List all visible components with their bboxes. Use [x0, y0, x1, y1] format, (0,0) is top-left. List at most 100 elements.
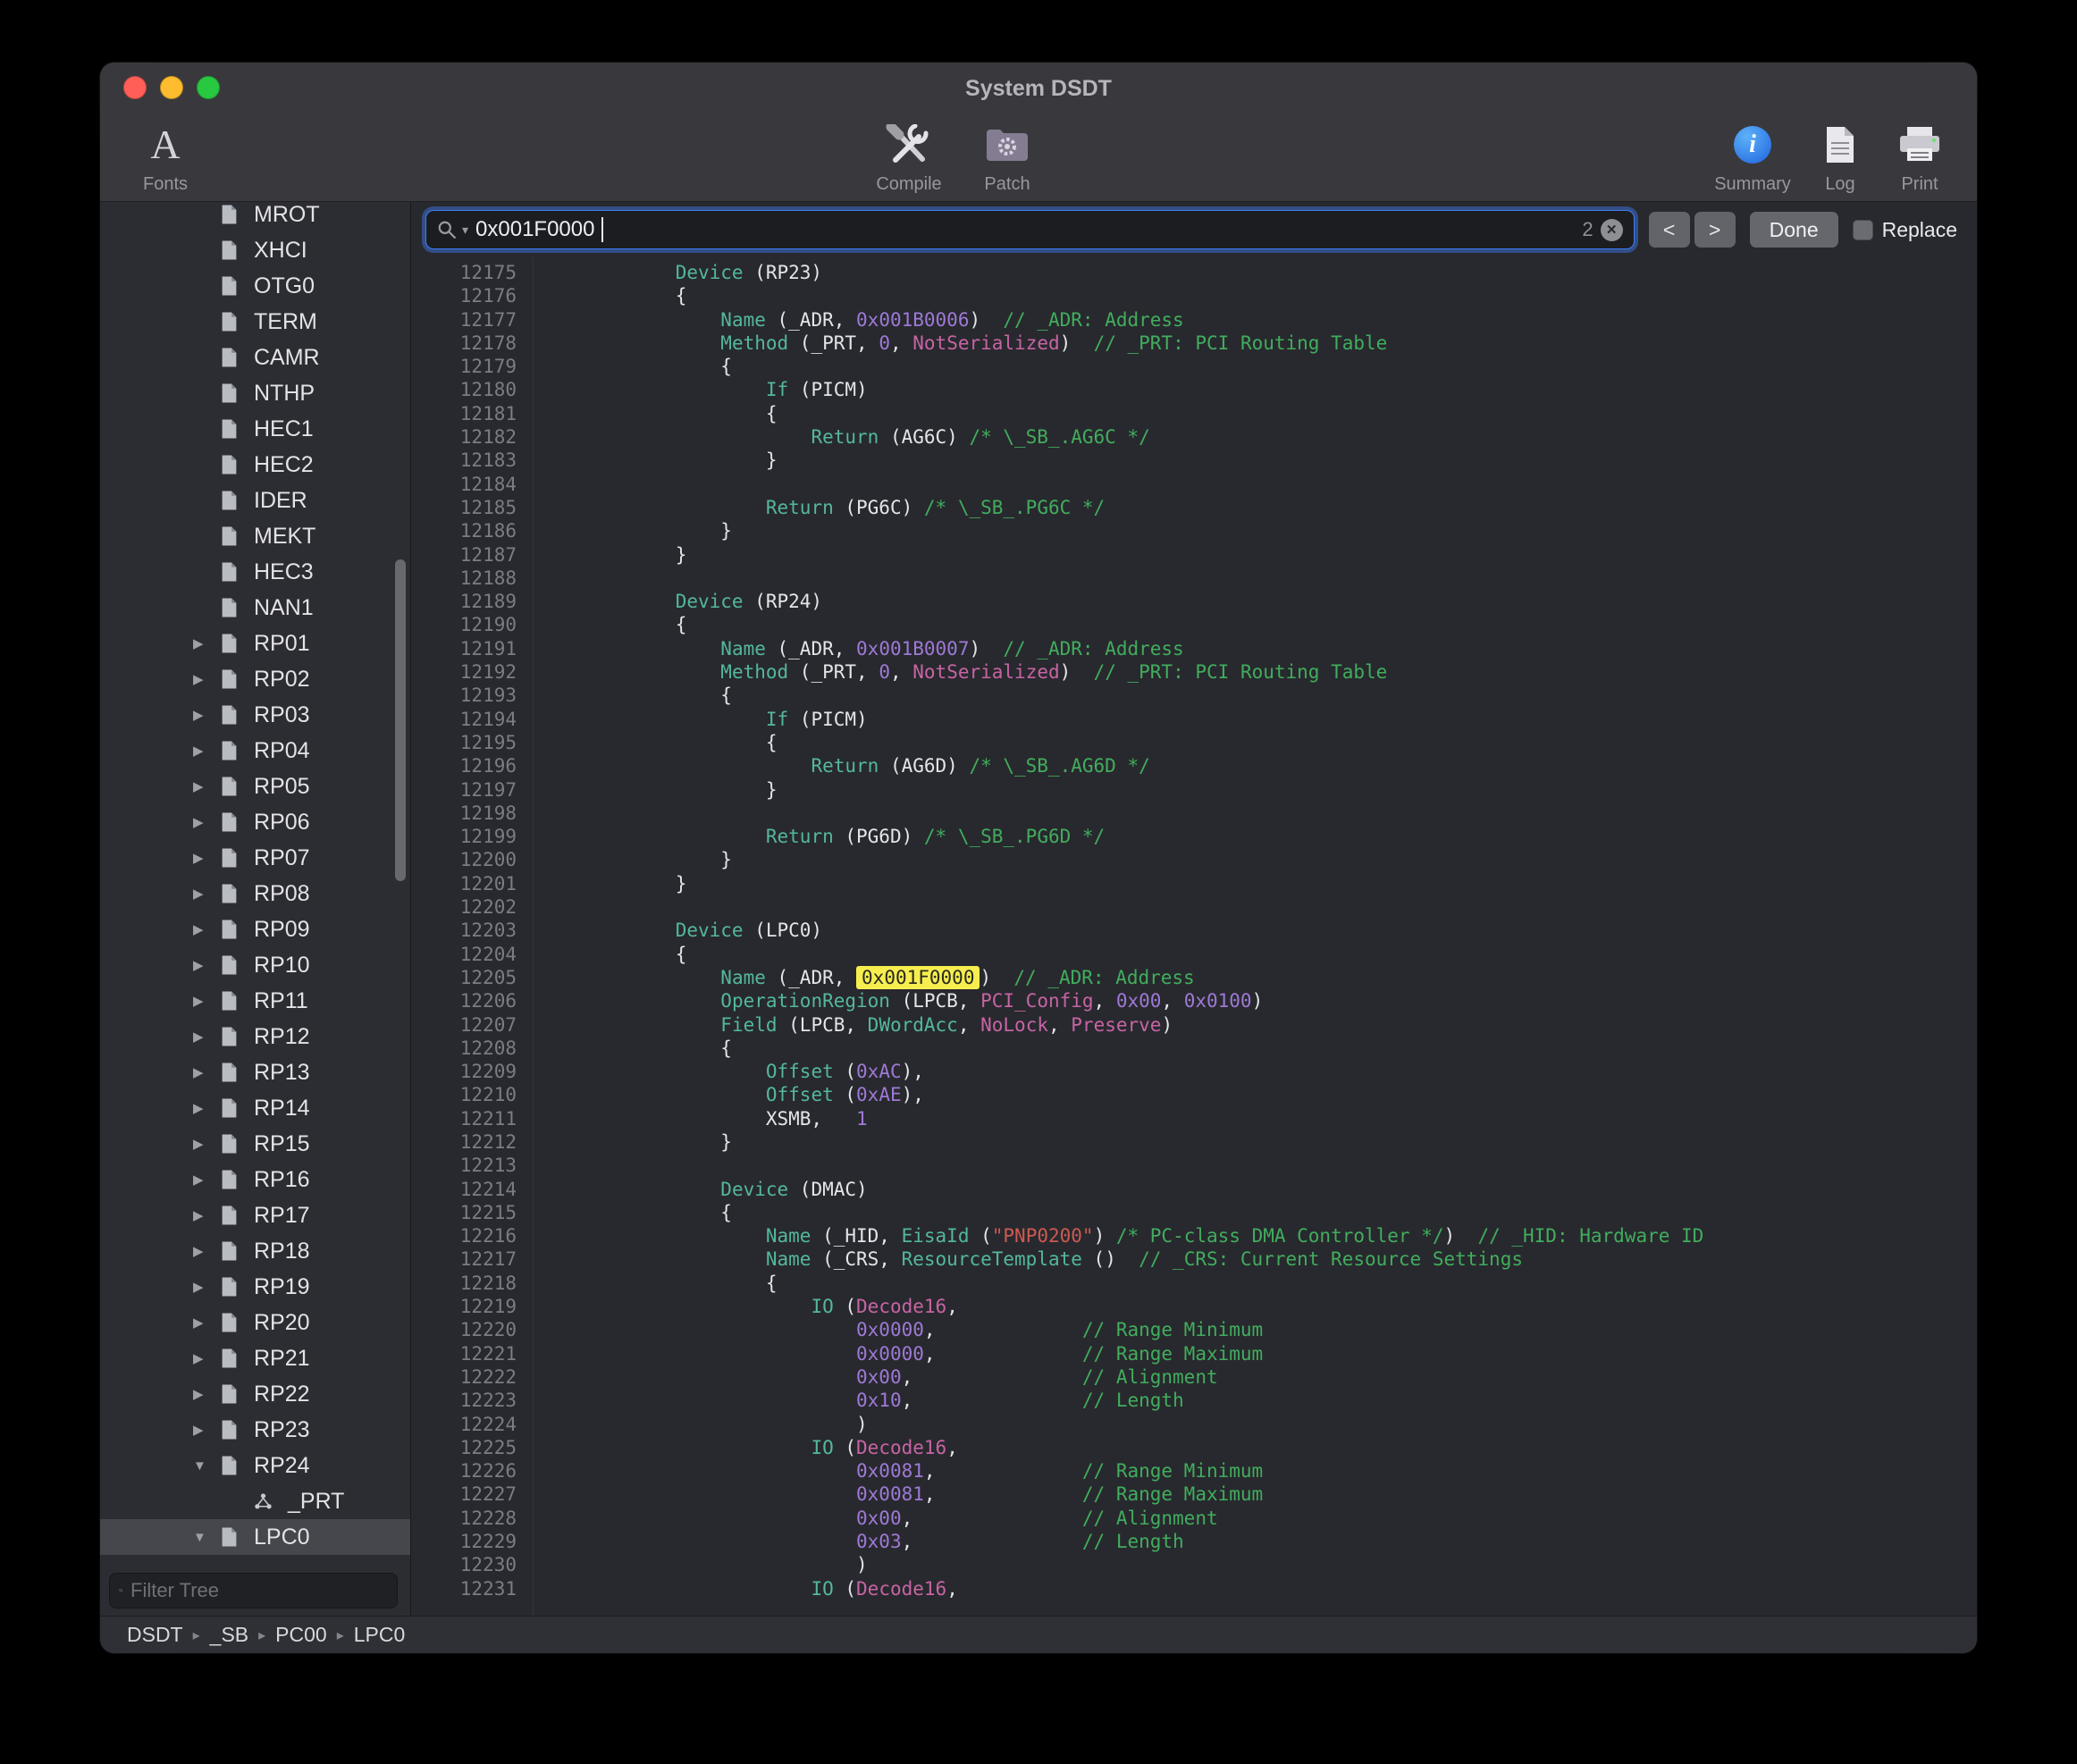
disclosure-closed-icon[interactable]: ▶ [193, 743, 220, 759]
code-area[interactable]: 12175 Device (RP23)12176 {12177 Name (_A… [411, 257, 1977, 1616]
log-button[interactable]: Log [1802, 117, 1879, 195]
done-button[interactable]: Done [1750, 212, 1838, 248]
minimize-button[interactable] [160, 76, 183, 99]
replace-checkbox[interactable] [1853, 220, 1873, 240]
disclosure-closed-icon[interactable]: ▶ [193, 707, 220, 723]
disclosure-closed-icon[interactable]: ▶ [193, 814, 220, 830]
disclosure-closed-icon[interactable]: ▶ [193, 1100, 220, 1116]
sidebar-item-rp08[interactable]: ▶RP08 [100, 876, 410, 911]
sidebar-item-term[interactable]: TERM [100, 304, 410, 340]
patch-button[interactable]: Patch [958, 117, 1056, 195]
sidebar-item-ider[interactable]: IDER [100, 483, 410, 518]
fonts-button[interactable]: A Fonts [116, 117, 214, 195]
sidebar-item-rp10[interactable]: ▶RP10 [100, 947, 410, 983]
breadcrumb-item[interactable]: LPC0 [354, 1623, 406, 1647]
sidebar-item-rp07[interactable]: ▶RP07 [100, 840, 410, 876]
sidebar-item-rp20[interactable]: ▶RP20 [100, 1305, 410, 1340]
disclosure-closed-icon[interactable]: ▶ [193, 635, 220, 651]
sidebar-item-prt[interactable]: _PRT [100, 1483, 410, 1519]
disclosure-closed-icon[interactable]: ▶ [193, 1386, 220, 1402]
sidebar-item-hec3[interactable]: HEC3 [100, 554, 410, 590]
sidebar-item-rp15[interactable]: ▶RP15 [100, 1126, 410, 1162]
disclosure-closed-icon[interactable]: ▶ [193, 957, 220, 973]
disclosure-closed-icon[interactable]: ▶ [193, 1136, 220, 1152]
breadcrumb-item[interactable]: PC00 [275, 1623, 327, 1647]
sidebar-item-rp17[interactable]: ▶RP17 [100, 1197, 410, 1233]
sidebar-item-rp24[interactable]: ▼RP24 [100, 1448, 410, 1483]
print-icon [1896, 117, 1943, 172]
clear-search-icon[interactable]: ✕ [1601, 219, 1623, 241]
disclosure-closed-icon[interactable]: ▶ [193, 671, 220, 687]
sidebar-item-nthp[interactable]: NTHP [100, 375, 410, 411]
sidebar-item-lpc0[interactable]: ▼LPC0 [100, 1519, 410, 1555]
sidebar-item-rp09[interactable]: ▶RP09 [100, 911, 410, 947]
next-match-button[interactable]: > [1694, 212, 1736, 248]
sidebar-item-rp12[interactable]: ▶RP12 [100, 1019, 410, 1054]
sidebar-item-rp11[interactable]: ▶RP11 [100, 983, 410, 1019]
code-line: 12208 { [411, 1037, 1977, 1060]
disclosure-closed-icon[interactable]: ▶ [193, 850, 220, 866]
disclosure-closed-icon[interactable]: ▶ [193, 993, 220, 1009]
code-text: If (PICM) [533, 708, 868, 731]
summary-button[interactable]: i Summary [1703, 117, 1802, 195]
replace-toggle[interactable]: Replace [1853, 218, 1957, 242]
sidebar-item-rp02[interactable]: ▶RP02 [100, 661, 410, 697]
disclosure-closed-icon[interactable]: ▶ [193, 1029, 220, 1045]
disclosure-closed-icon[interactable]: ▶ [193, 1064, 220, 1080]
disclosure-closed-icon[interactable]: ▶ [193, 1243, 220, 1259]
sidebar-item-rp19[interactable]: ▶RP19 [100, 1269, 410, 1305]
print-button[interactable]: Print [1879, 117, 1961, 195]
breadcrumb-item[interactable]: _SB [210, 1623, 248, 1647]
line-number: 12191 [411, 637, 533, 660]
device-icon [220, 1526, 245, 1548]
sidebar-item-rp01[interactable]: ▶RP01 [100, 626, 410, 661]
previous-match-button[interactable]: < [1649, 212, 1690, 248]
disclosure-closed-icon[interactable]: ▶ [193, 1279, 220, 1295]
sidebar-item-hec2[interactable]: HEC2 [100, 447, 410, 483]
sidebar-item-label: IDER [254, 488, 307, 514]
sidebar-item-rp03[interactable]: ▶RP03 [100, 697, 410, 733]
search-input[interactable]: ▾ 0x001F0000 2 ✕ [425, 210, 1635, 249]
sidebar-scrollbar[interactable] [395, 559, 406, 881]
log-icon [1824, 117, 1856, 172]
sidebar-item-hec1[interactable]: HEC1 [100, 411, 410, 447]
sidebar-item-rp23[interactable]: ▶RP23 [100, 1412, 410, 1448]
disclosure-open-icon[interactable]: ▼ [193, 1530, 220, 1545]
disclosure-closed-icon[interactable]: ▶ [193, 1315, 220, 1331]
sidebar-item-rp21[interactable]: ▶RP21 [100, 1340, 410, 1376]
code-line: 12197 } [411, 778, 1977, 802]
sidebar-item-rp05[interactable]: ▶RP05 [100, 769, 410, 804]
sidebar-item-rp06[interactable]: ▶RP06 [100, 804, 410, 840]
sidebar-item-camr[interactable]: CAMR [100, 340, 410, 375]
sidebar-item-nan1[interactable]: NAN1 [100, 590, 410, 626]
close-button[interactable] [123, 76, 147, 99]
breadcrumb-item[interactable]: DSDT [127, 1623, 183, 1647]
sidebar-item-mrot[interactable]: MROT [100, 202, 410, 232]
disclosure-closed-icon[interactable]: ▶ [193, 1172, 220, 1188]
disclosure-closed-icon[interactable]: ▶ [193, 1422, 220, 1438]
sidebar-item-label: TERM [254, 309, 317, 335]
disclosure-closed-icon[interactable]: ▶ [193, 921, 220, 937]
disclosure-closed-icon[interactable]: ▶ [193, 886, 220, 902]
disclosure-closed-icon[interactable]: ▶ [193, 778, 220, 794]
disclosure-closed-icon[interactable]: ▶ [193, 1350, 220, 1366]
compile-button[interactable]: Compile [860, 117, 958, 195]
sidebar-item-rp04[interactable]: ▶RP04 [100, 733, 410, 769]
titlebar[interactable]: System DSDT [100, 63, 1977, 113]
sidebar-item-xhci[interactable]: XHCI [100, 232, 410, 268]
disclosure-open-icon[interactable]: ▼ [193, 1458, 220, 1474]
filter-field[interactable] [109, 1573, 398, 1609]
sidebar-item-mekt[interactable]: MEKT [100, 518, 410, 554]
text-caret [601, 217, 603, 242]
zoom-button[interactable] [197, 76, 220, 99]
disclosure-closed-icon[interactable]: ▶ [193, 1207, 220, 1223]
sidebar-item-otg0[interactable]: OTG0 [100, 268, 410, 304]
sidebar-item-label: CAMR [254, 345, 320, 371]
sidebar-item-rp22[interactable]: ▶RP22 [100, 1376, 410, 1412]
sidebar-item-rp13[interactable]: ▶RP13 [100, 1054, 410, 1090]
sidebar-item-rp18[interactable]: ▶RP18 [100, 1233, 410, 1269]
sidebar-item-rp14[interactable]: ▶RP14 [100, 1090, 410, 1126]
filter-tree-input[interactable] [130, 1579, 388, 1602]
sidebar-item-rp16[interactable]: ▶RP16 [100, 1162, 410, 1197]
search-menu-chevron-icon[interactable]: ▾ [462, 223, 468, 238]
